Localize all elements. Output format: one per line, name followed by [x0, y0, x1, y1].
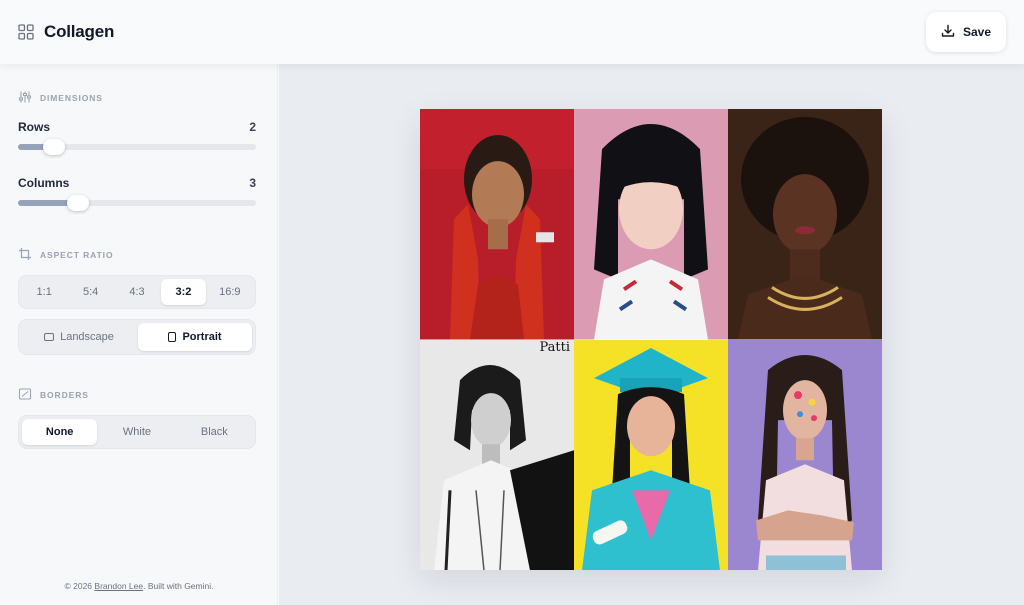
border-option-label: White [122, 426, 152, 438]
orientation-selector: Landscape Portrait [18, 319, 256, 355]
orientation-portrait[interactable]: Portrait [138, 323, 252, 351]
dimensions-title-text: DIMENSIONS [40, 93, 103, 103]
aspect-option-3-2[interactable]: 3:2 [161, 279, 206, 305]
photo-gold-necklace[interactable] [728, 109, 882, 340]
footer: © 2026 Brandon Lee. Built with Gemini. [0, 581, 278, 591]
app-title: Collagen [44, 22, 115, 41]
aspect-option-label: 5:4 [82, 286, 99, 298]
aspect-option-label: 1:1 [36, 286, 52, 298]
save-button[interactable]: Save [926, 12, 1006, 52]
rows-value: 2 [249, 120, 256, 134]
border-option-black[interactable]: Black [177, 419, 252, 445]
columns-slider-block: Columns 3 [18, 176, 256, 211]
photo-pink-portrait[interactable] [574, 109, 728, 340]
footer-suffix: . Built with Gemini. [143, 581, 214, 591]
brand: Collagen [18, 22, 114, 42]
footer-prefix: © 2026 [64, 581, 95, 591]
download-icon [941, 24, 955, 41]
aspect-ratio-title-text: ASPECT RATIO [40, 250, 114, 260]
aspect-option-16-9[interactable]: 16:9 [208, 279, 252, 305]
borders-section-title: BORDERS [18, 387, 89, 403]
border-option-label: Black [200, 426, 228, 438]
rows-label: Rows [18, 120, 51, 134]
dimensions-section-title: DIMENSIONS [18, 90, 103, 106]
aspect-option-label: 16:9 [219, 286, 241, 298]
aspect-option-4-3[interactable]: 4:3 [115, 279, 159, 305]
rows-slider[interactable] [18, 139, 256, 155]
photo-graduation[interactable] [574, 339, 728, 570]
save-label: Save [962, 25, 992, 39]
columns-slider[interactable] [18, 195, 256, 211]
aspect-option-label: 3:2 [175, 286, 192, 298]
columns-value: 3 [249, 176, 256, 190]
border-option-label: None [45, 426, 74, 438]
canvas-area: Patti [279, 64, 1024, 605]
crop-icon [18, 247, 32, 263]
aspect-ratio-section-title: ASPECT RATIO [18, 247, 113, 263]
orientation-landscape[interactable]: Landscape [22, 323, 136, 351]
photo-caption: Patti [539, 339, 570, 355]
orientation-label: Portrait [182, 331, 222, 343]
grid-icon [18, 24, 34, 40]
aspect-option-1-1[interactable]: 1:1 [22, 279, 66, 305]
columns-slider-thumb[interactable] [66, 195, 89, 211]
landscape-icon [44, 333, 55, 341]
author-link[interactable]: Brandon Lee [94, 581, 143, 591]
photo-black-white[interactable]: Patti [420, 339, 574, 570]
orientation-label: Landscape [60, 331, 114, 343]
rows-slider-thumb[interactable] [42, 139, 65, 155]
sidebar: DIMENSIONS Rows 2 Columns 3 ASPECT RATIO [0, 64, 278, 605]
sliders-icon [18, 90, 32, 106]
app-header: Collagen Save [0, 0, 1024, 64]
borders-selector: None White Black [18, 415, 256, 449]
aspect-option-label: 4:3 [129, 286, 145, 298]
photo-red-gloves[interactable] [420, 109, 574, 340]
aspect-option-5-4[interactable]: 5:4 [68, 279, 112, 305]
rows-slider-block: Rows 2 [18, 120, 256, 155]
border-option-none[interactable]: None [22, 419, 98, 445]
aspect-ratio-selector: 1:1 5:4 4:3 3:2 16:9 [18, 275, 256, 309]
collage-grid: Patti [420, 109, 882, 570]
borders-title-text: BORDERS [40, 390, 89, 400]
photo-purple-stickers[interactable] [728, 339, 882, 570]
border-icon [18, 387, 32, 403]
border-option-white[interactable]: White [99, 419, 174, 445]
columns-label: Columns [18, 176, 70, 190]
portrait-icon [168, 332, 177, 342]
